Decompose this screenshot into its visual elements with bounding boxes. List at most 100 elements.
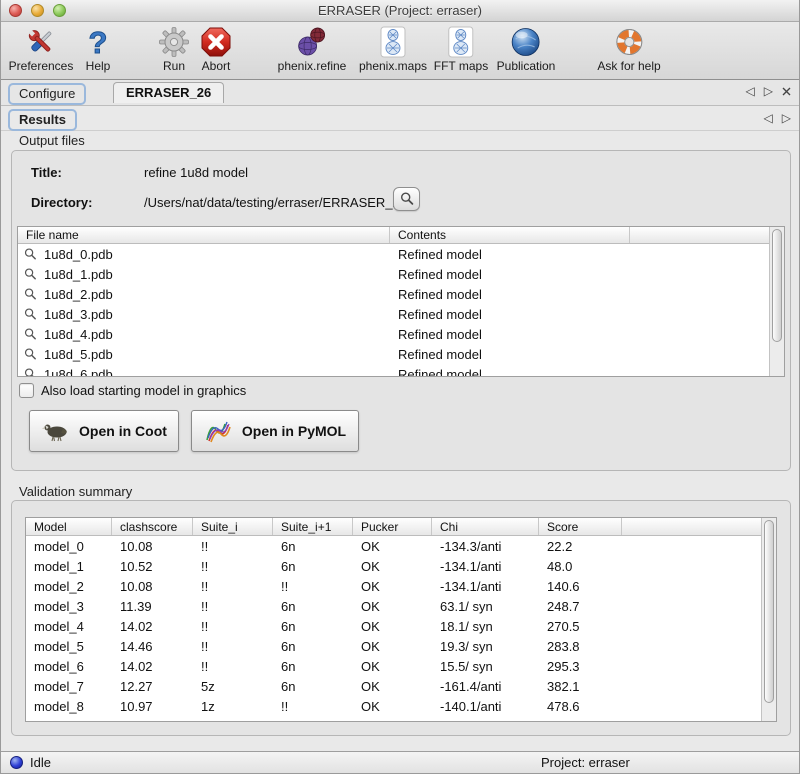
status-dot-icon (10, 756, 23, 769)
publication-globe-icon (510, 26, 542, 58)
column-header-chi[interactable]: Chi (432, 518, 539, 535)
load-starting-model-row: Also load starting model in graphics (19, 383, 246, 398)
file-row[interactable]: 1u8d_1.pdbRefined model (18, 264, 784, 284)
column-header-suite-i-1[interactable]: Suite_i+1 (273, 518, 353, 535)
coot-bird-icon (41, 418, 71, 444)
validation-cell: 63.1/ syn (432, 599, 539, 614)
toolbar-button-ask-for-help[interactable]: Ask for help (597, 26, 660, 73)
tab-close-icon[interactable] (782, 87, 791, 96)
file-row[interactable]: 1u8d_0.pdbRefined model (18, 244, 784, 264)
load-starting-model-checkbox[interactable] (19, 383, 34, 398)
validation-cell: !! (193, 579, 273, 594)
tab-configure[interactable]: Configure (8, 83, 86, 105)
validation-row[interactable]: start_min10.08!!6nOK-134.3/anti0.0 (26, 716, 776, 722)
validation-row[interactable]: model_210.08!!!!OK-134.1/anti140.6 (26, 576, 776, 596)
validation-cell: model_4 (26, 619, 112, 634)
validation-cell: 22.2 (539, 539, 622, 554)
column-header-blank (622, 518, 776, 535)
validation-row[interactable]: model_810.971z!!OK-140.1/anti478.6 (26, 696, 776, 716)
file-contents: Refined model (390, 367, 630, 378)
column-header-pucker[interactable]: Pucker (353, 518, 432, 535)
validation-cell: -134.3/anti (432, 539, 539, 554)
file-name: 1u8d_6.pdb (44, 367, 113, 378)
file-contents: Refined model (390, 267, 630, 282)
validation-row[interactable]: model_712.275z6nOK-161.4/anti382.1 (26, 676, 776, 696)
file-row[interactable]: 1u8d_5.pdbRefined model (18, 344, 784, 364)
toolbar: Preferences ? Help (1, 22, 799, 80)
subtab-scroll-left-icon[interactable]: ◁ (764, 111, 773, 125)
column-header-suite-i[interactable]: Suite_i (193, 518, 273, 535)
file-row[interactable]: 1u8d_2.pdbRefined model (18, 284, 784, 304)
validation-cell: 140.6 (539, 579, 622, 594)
validation-table-scrollbar-thumb[interactable] (764, 520, 774, 703)
toolbar-label: Abort (200, 59, 232, 73)
tab-scroll-right-icon[interactable]: ▷ (764, 84, 773, 98)
run-gear-icon (158, 26, 190, 58)
validation-cell: model_5 (26, 639, 112, 654)
file-name-cell: 1u8d_4.pdb (18, 327, 390, 342)
column-header-score[interactable]: Score (539, 518, 622, 535)
file-row[interactable]: 1u8d_3.pdbRefined model (18, 304, 784, 324)
validation-cell: 1z (193, 699, 273, 714)
toolbar-button-publication[interactable]: Publication (497, 26, 556, 73)
validation-cell: -134.3/anti (432, 719, 539, 723)
toolbar-button-phenix-refine[interactable]: phenix.refine (278, 26, 347, 73)
fft-mesh-icon (448, 26, 474, 58)
toolbar-label: phenix.refine (278, 59, 347, 73)
validation-cell: !! (193, 599, 273, 614)
tab-scroll-left-icon[interactable]: ◁ (746, 84, 755, 98)
toolbar-button-abort[interactable]: Abort (200, 26, 232, 73)
help-icon: ? (82, 26, 114, 58)
validation-row[interactable]: model_010.08!!6nOK-134.3/anti22.2 (26, 536, 776, 556)
file-name: 1u8d_4.pdb (44, 327, 113, 342)
validation-cell: 6n (273, 659, 353, 674)
output-files-group-label: Output files (19, 133, 85, 148)
validation-cell: OK (353, 639, 432, 654)
validation-table-scrollbar[interactable] (761, 518, 776, 721)
file-row[interactable]: 1u8d_6.pdb Refined model (18, 364, 784, 377)
validation-cell: !! (273, 699, 353, 714)
column-header-contents[interactable]: Contents (390, 227, 630, 243)
validation-cell: 10.08 (112, 719, 193, 723)
validation-cell: OK (353, 559, 432, 574)
file-row[interactable]: 1u8d_4.pdbRefined model (18, 324, 784, 344)
validation-row[interactable]: model_110.52!!6nOK-134.1/anti48.0 (26, 556, 776, 576)
file-table-scrollbar-thumb[interactable] (772, 229, 782, 342)
column-header-model[interactable]: Model (26, 518, 112, 535)
validation-cell: 382.1 (539, 679, 622, 694)
magnifier-icon (23, 287, 38, 302)
validation-cell: 478.6 (539, 699, 622, 714)
toolbar-button-fft-maps[interactable]: FFT maps (434, 26, 488, 73)
title-bar: ERRASER (Project: erraser) (1, 0, 799, 22)
validation-row[interactable]: model_414.02!!6nOK18.1/ syn270.5 (26, 616, 776, 636)
toolbar-button-run[interactable]: Run (158, 26, 190, 73)
magnifier-icon (23, 307, 38, 322)
validation-cell: !! (273, 579, 353, 594)
toolbar-button-phenix-maps[interactable]: phenix.maps (359, 26, 427, 73)
open-in-pymol-button[interactable]: Open in PyMOL (191, 410, 359, 452)
column-header-file-name[interactable]: File name (18, 227, 390, 243)
column-header-clashscore[interactable]: clashscore (112, 518, 193, 535)
validation-cell: 283.8 (539, 639, 622, 654)
validation-cell: 6n (273, 539, 353, 554)
toolbar-label: Help (82, 59, 114, 73)
validation-cell: !! (193, 639, 273, 654)
validation-cell: !! (193, 619, 273, 634)
file-contents: Refined model (390, 307, 630, 322)
validation-row[interactable]: model_311.39!!6nOK63.1/ syn248.7 (26, 596, 776, 616)
validation-row[interactable]: model_514.46!!6nOK19.3/ syn283.8 (26, 636, 776, 656)
file-name-cell: 1u8d_1.pdb (18, 267, 390, 282)
toolbar-button-help[interactable]: ? Help (82, 26, 114, 73)
browse-directory-button[interactable] (393, 187, 420, 211)
tab-erraser-26[interactable]: ERRASER_26 (113, 82, 224, 103)
validation-cell: 6n (273, 679, 353, 694)
validation-row[interactable]: model_614.02!!6nOK15.5/ syn295.3 (26, 656, 776, 676)
validation-cell: OK (353, 539, 432, 554)
lifebuoy-icon (613, 26, 645, 58)
main-tab-bar: Configure ERRASER_26 ◁ ▷ (1, 80, 799, 106)
subtab-scroll-right-icon[interactable]: ▷ (782, 111, 791, 125)
toolbar-button-preferences[interactable]: Preferences (9, 26, 74, 73)
tab-results[interactable]: Results (8, 109, 77, 131)
file-table-scrollbar[interactable] (769, 227, 784, 376)
open-in-coot-button[interactable]: Open in Coot (29, 410, 179, 452)
